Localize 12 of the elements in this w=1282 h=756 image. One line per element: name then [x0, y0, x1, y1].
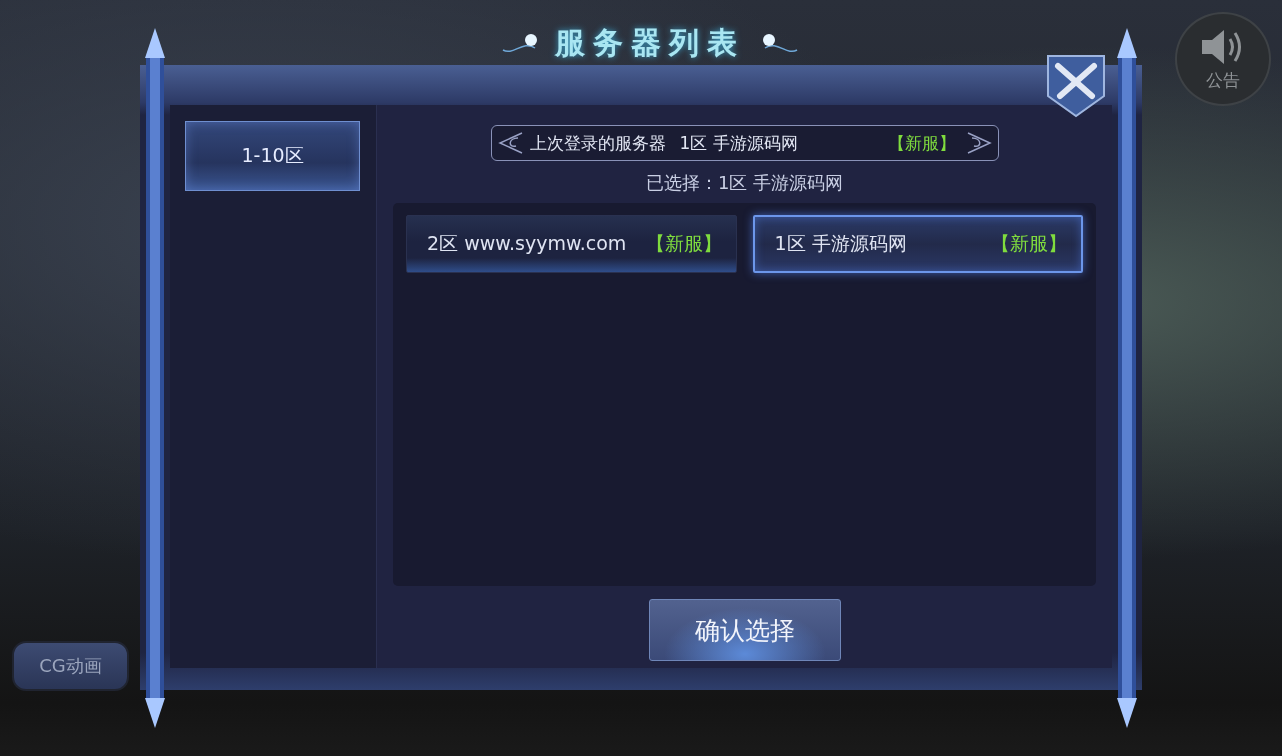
close-button[interactable] [1044, 52, 1108, 118]
server-item[interactable]: 2区 www.syymw.com 【新服】 [406, 215, 737, 273]
server-item[interactable]: 1区 手游源码网 【新服】 [752, 215, 1083, 273]
last-login-server: 1区 手游源码网 [679, 131, 798, 155]
new-server-tag: 【新服】 [887, 131, 956, 155]
last-login-label: 上次登录的服务器 [529, 131, 666, 155]
confirm-button[interactable]: 确认选择 [648, 599, 841, 661]
cg-animation-button[interactable]: CG动画 [12, 641, 129, 691]
zone-tab[interactable]: 1-10区 [185, 121, 360, 191]
swirl-ornament-icon [965, 129, 994, 157]
dialog-title: 服务器列表 [555, 23, 745, 62]
selected-server-text: 已选择：1区 手游源码网 [645, 171, 844, 195]
